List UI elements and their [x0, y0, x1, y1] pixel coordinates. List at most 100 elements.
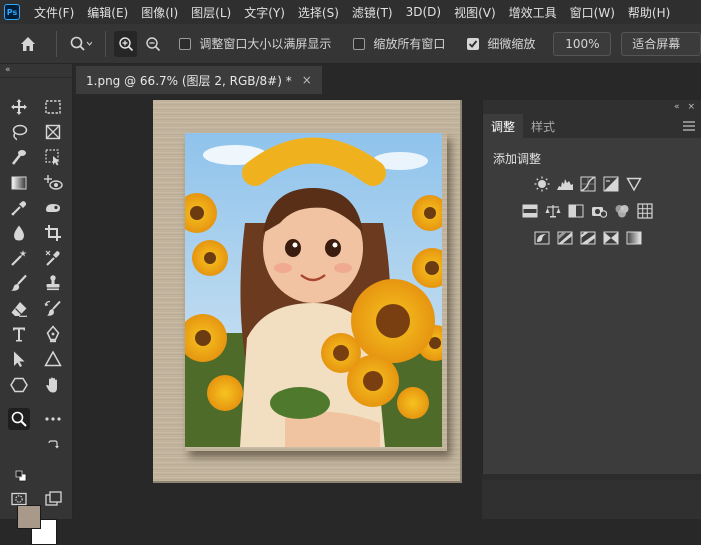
checkbox-box-checked[interactable]: [467, 37, 480, 50]
more-icon: [45, 417, 61, 421]
fit-screen-button[interactable]: 适合屏幕: [621, 31, 701, 56]
frame-tool[interactable]: [42, 121, 64, 143]
separator: [104, 30, 106, 57]
resize-windows-checkbox[interactable]: 调整窗口大小以满屏显示: [179, 35, 331, 52]
menu-help[interactable]: 帮助(H): [628, 4, 670, 21]
menu-image[interactable]: 图像(I): [141, 4, 178, 21]
path-selection-icon: [14, 351, 25, 367]
eraser-icon: [11, 302, 27, 317]
black-white-icon[interactable]: [568, 203, 584, 219]
quick-selection-tool[interactable]: [8, 146, 30, 168]
gradient-map-icon[interactable]: [626, 230, 642, 246]
shape-tool[interactable]: [42, 348, 64, 370]
photo-filter-icon[interactable]: [591, 203, 607, 219]
curves-icon[interactable]: [580, 176, 596, 192]
move-tool[interactable]: [8, 96, 30, 118]
history-brush-tool[interactable]: [42, 298, 64, 320]
path-selection-tool[interactable]: [8, 348, 30, 370]
menu-bar: Ps 文件(F) 编辑(E) 图像(I) 图层(L) 文字(Y) 选择(S) 滤…: [0, 0, 701, 24]
crop-tool[interactable]: [42, 222, 64, 244]
pen-icon: [46, 325, 60, 343]
gradient-tool[interactable]: [8, 172, 30, 194]
zoom-tool[interactable]: [8, 408, 30, 430]
menu-filter[interactable]: 滤镜(T): [352, 4, 393, 21]
type-icon: [13, 327, 25, 342]
canvas-image[interactable]: [185, 133, 442, 447]
zoom-100-button[interactable]: 100%: [553, 31, 612, 56]
menu-type[interactable]: 文字(Y): [244, 4, 285, 21]
invert-icon[interactable]: [534, 230, 550, 246]
channel-mixer-icon[interactable]: [614, 203, 630, 219]
quick-selection-icon: [11, 150, 26, 165]
zoom-all-windows-checkbox[interactable]: 缩放所有窗口: [353, 35, 445, 52]
eyedropper-tool[interactable]: [8, 197, 30, 219]
blur-tool[interactable]: [8, 222, 30, 244]
lasso-tool[interactable]: [8, 121, 30, 143]
menu-plugins[interactable]: 增效工具: [509, 4, 557, 21]
toolbar-collapse-button[interactable]: «: [0, 64, 72, 78]
photoshop-logo-icon[interactable]: Ps: [4, 4, 20, 20]
object-selection-tool[interactable]: [42, 146, 64, 168]
posterize-icon[interactable]: [557, 230, 573, 246]
marquee-tool[interactable]: [42, 96, 64, 118]
swap-colors-button[interactable]: [46, 438, 60, 452]
color-lookup-icon[interactable]: [637, 203, 653, 219]
color-sampler-tool[interactable]: [42, 247, 64, 269]
close-tab-icon[interactable]: ×: [302, 73, 312, 87]
brush-tool[interactable]: [8, 272, 30, 294]
hand-tool[interactable]: [42, 374, 64, 396]
threshold-icon[interactable]: [580, 230, 596, 246]
eraser-tool[interactable]: [8, 298, 30, 320]
color-balance-icon[interactable]: [545, 203, 561, 219]
move-icon: [11, 99, 27, 115]
home-button[interactable]: [0, 31, 56, 57]
stamp-tool[interactable]: [42, 272, 64, 294]
magic-wand-tool[interactable]: [8, 247, 30, 269]
object-selection-icon: [45, 149, 60, 166]
menu-file[interactable]: 文件(F): [34, 4, 74, 21]
sunflower-girl-illustration: [185, 133, 442, 447]
exposure-icon[interactable]: [603, 176, 619, 192]
menu-layer[interactable]: 图层(L): [191, 4, 231, 21]
hand-icon: [46, 377, 57, 393]
menu-view[interactable]: 视图(V): [454, 4, 496, 21]
zoom-tool-preset-picker[interactable]: [57, 31, 105, 57]
panel-close-icon[interactable]: ×: [687, 102, 695, 112]
checkbox-box[interactable]: [353, 37, 366, 50]
swap-arrows-icon: [48, 440, 59, 449]
levels-icon[interactable]: [557, 176, 573, 192]
selective-color-icon[interactable]: [603, 230, 619, 246]
checkbox-box[interactable]: [179, 37, 192, 50]
scrubby-zoom-label: 细微缩放: [487, 37, 536, 51]
document-tab[interactable]: 1.png @ 66.7% (图层 2, RGB/8#) * ×: [76, 66, 322, 94]
zoom-out-button[interactable]: [141, 31, 165, 57]
brightness-contrast-icon[interactable]: [534, 176, 550, 192]
type-tool[interactable]: [8, 323, 30, 345]
scrubby-zoom-checkbox[interactable]: 细微缩放: [467, 35, 535, 52]
more-tools-button[interactable]: [42, 408, 64, 430]
zoom-all-windows-label: 缩放所有窗口: [373, 37, 446, 51]
vibrance-icon[interactable]: [626, 176, 642, 192]
zoom-out-icon: [146, 36, 161, 51]
menu-window[interactable]: 窗口(W): [570, 4, 615, 21]
panel-collapse-icon[interactable]: «: [674, 102, 680, 112]
pen-tool[interactable]: [42, 323, 64, 345]
frame-icon: [45, 124, 61, 140]
smudge-tool[interactable]: [42, 197, 64, 219]
history-brush-icon: [44, 300, 61, 316]
color-sampler-icon: [45, 250, 60, 266]
panel-menu-icon[interactable]: [683, 120, 695, 134]
menu-edit[interactable]: 编辑(E): [87, 4, 128, 21]
default-colors-button[interactable]: [14, 469, 28, 483]
zoom-in-button[interactable]: [113, 30, 138, 57]
quick-mask-button[interactable]: [8, 488, 30, 510]
tab-adjustments[interactable]: 调整: [483, 114, 524, 138]
red-eye-tool[interactable]: [42, 172, 64, 194]
menu-select[interactable]: 选择(S): [298, 4, 339, 21]
menu-3d[interactable]: 3D(D): [406, 5, 441, 19]
tab-styles[interactable]: 样式: [523, 114, 563, 138]
screen-mode-button[interactable]: [42, 488, 64, 510]
polygon-tool[interactable]: [8, 374, 30, 396]
panel-title: 添加调整: [493, 152, 542, 166]
hue-saturation-icon[interactable]: [522, 203, 538, 219]
